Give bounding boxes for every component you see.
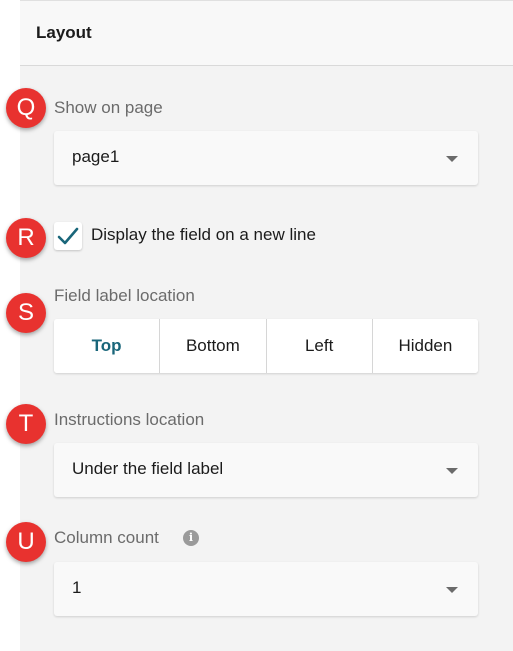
column-count-dropdown[interactable]: 1 (54, 562, 478, 616)
annotation-badge-s: S (6, 293, 46, 333)
annotation-badge-u: U (6, 522, 46, 562)
new-line-label: Display the field on a new line (91, 225, 316, 244)
show-on-page-value: page1 (72, 147, 120, 166)
annotation-badge-q: Q (6, 88, 46, 128)
annotation-badge-r: R (6, 218, 46, 258)
show-on-page-dropdown[interactable]: page1 (54, 131, 478, 185)
field-label-location-label: Field label location (54, 286, 195, 305)
option-left-button[interactable]: Left (266, 319, 373, 373)
instructions-location-value: Under the field label (72, 459, 224, 478)
chevron-down-icon (446, 587, 458, 593)
info-icon[interactable]: i (183, 530, 199, 546)
instructions-location-label: Instructions location (54, 410, 205, 429)
option-bottom-button[interactable]: Bottom (160, 319, 267, 373)
option-hidden-button[interactable]: Hidden (372, 319, 478, 373)
column-count-value: 1 (72, 578, 82, 597)
instructions-location-dropdown[interactable]: Under the field label (54, 443, 478, 497)
annotation-badge-t: T (6, 404, 46, 444)
option-top-button[interactable]: Top (54, 319, 161, 373)
checkmark-icon (57, 227, 79, 245)
new-line-checkbox[interactable] (54, 222, 82, 250)
chevron-down-icon (446, 156, 458, 162)
panel-title: Layout (36, 23, 92, 42)
new-line-checkbox-row[interactable]: Display the field on a new line (54, 219, 384, 253)
column-count-label: Column count (54, 528, 159, 547)
show-on-page-label: Show on page (54, 98, 163, 117)
field-label-location-group: Top Bottom Left Hidden (54, 319, 478, 373)
panel-header[interactable]: Layout (20, 0, 513, 66)
chevron-down-icon (446, 468, 458, 474)
